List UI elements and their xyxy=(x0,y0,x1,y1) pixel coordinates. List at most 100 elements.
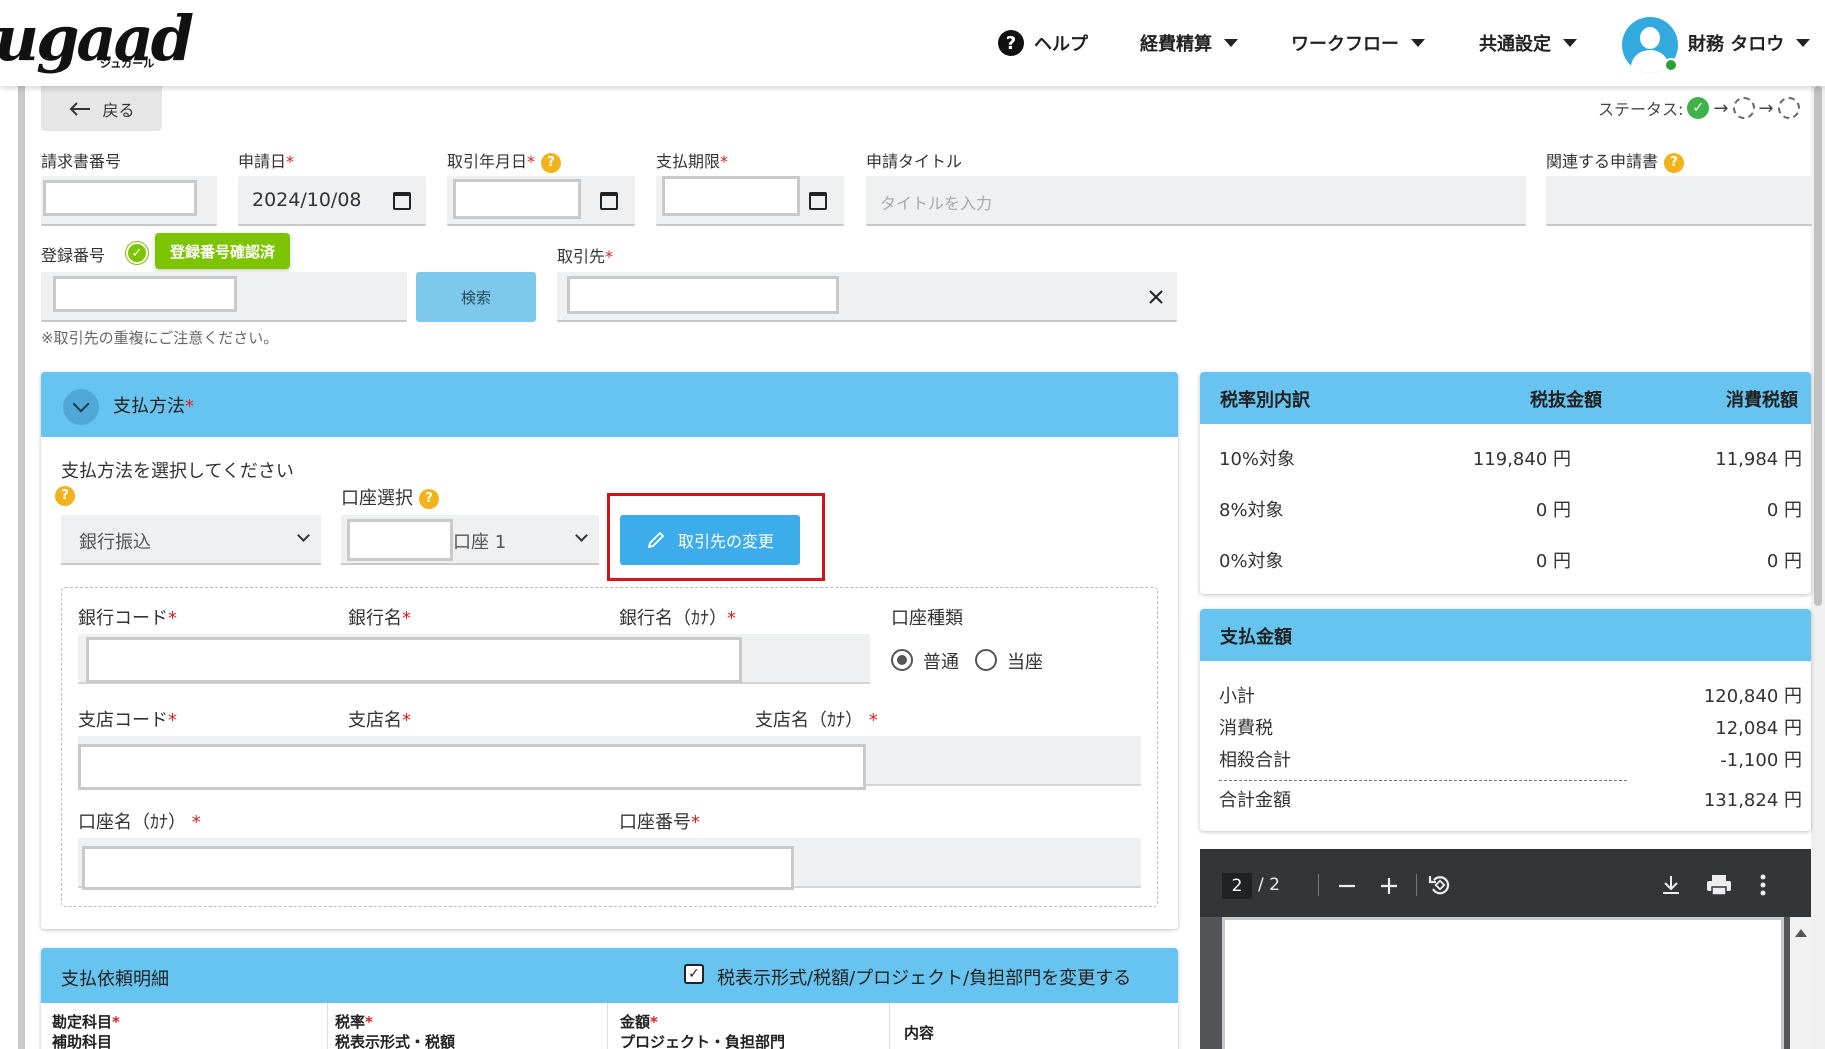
col-amount: 金額* プロジェクト・負担部門 xyxy=(620,1013,786,1049)
invoice-no-label: 請求書番号 xyxy=(41,152,122,171)
payment-method-header[interactable]: 支払方法* xyxy=(41,372,1178,437)
title-field[interactable]: タイトルを入力 xyxy=(866,176,1526,226)
help-icon[interactable]: ? xyxy=(541,152,562,173)
payment-amount-title: 支払金額 xyxy=(1220,627,1292,648)
chevron-down-icon xyxy=(1796,39,1811,47)
chevron-down-icon xyxy=(297,529,310,542)
download-icon[interactable] xyxy=(1660,874,1682,896)
calendar-icon[interactable] xyxy=(393,192,411,210)
bank-kana-label: 銀行名（ｶﾅ）* xyxy=(619,608,736,629)
tax-col-tax: 消費税額 xyxy=(1726,390,1798,411)
arrow-right-icon: → xyxy=(1713,97,1729,119)
status-indicator: ステータス: ✓ → → xyxy=(1598,95,1800,121)
method-prompt: 支払方法を選択してください xyxy=(61,461,294,482)
title-placeholder: タイトルを入力 xyxy=(880,194,993,213)
calendar-icon[interactable] xyxy=(600,192,618,210)
nav-settings-label: 共通設定 xyxy=(1479,34,1551,55)
collapse-toggle[interactable] xyxy=(63,389,99,425)
print-icon[interactable] xyxy=(1706,874,1732,896)
branch-code-label: 支店コード* xyxy=(78,710,177,731)
check-icon: ✓ xyxy=(1687,97,1710,119)
nav-expense[interactable]: 経費精算 xyxy=(1140,26,1238,60)
nav-workflow[interactable]: ワークフロー xyxy=(1291,26,1425,60)
account-fields-row xyxy=(78,838,1141,890)
payment-method-select[interactable]: 銀行振込 xyxy=(61,515,321,565)
related-field[interactable] xyxy=(1546,176,1812,226)
help-icon[interactable]: ? xyxy=(55,486,75,506)
calendar-icon[interactable] xyxy=(809,192,827,210)
nav-settings[interactable]: 共通設定 xyxy=(1479,26,1577,60)
payment-details-header: 支払依頼明細 ✓ 税表示形式/税額/プロジェクト/負担部門を変更する xyxy=(41,948,1178,1003)
tax-col-rate: 税率別内訳 xyxy=(1220,390,1310,411)
online-status-dot xyxy=(1664,58,1678,72)
tax-amount: 11,984 円 xyxy=(1715,449,1802,470)
account-select-label: 口座選択? xyxy=(341,484,439,510)
col-tax-rate: 税率* 税表示形式・税額 xyxy=(335,1013,456,1049)
reg-no-field[interactable] xyxy=(41,272,407,322)
payment-amount-header: 支払金額 xyxy=(1200,609,1811,661)
offset-value: -1,100 円 xyxy=(1720,750,1802,771)
divider xyxy=(1416,874,1417,896)
close-icon[interactable] xyxy=(1149,290,1163,304)
payment-details-panel: 支払依頼明細 ✓ 税表示形式/税額/プロジェクト/負担部門を変更する xyxy=(41,948,1178,1049)
pending-step-icon xyxy=(1777,97,1800,119)
rotate-icon[interactable] xyxy=(1427,872,1453,898)
zoom-out-icon[interactable] xyxy=(1337,876,1357,896)
due-date-field[interactable] xyxy=(656,176,844,226)
branch-name-label: 支店名* xyxy=(348,710,411,731)
title-label: 申請タイトル xyxy=(866,152,963,171)
account-type-label: 口座種類 xyxy=(891,608,963,629)
reg-verified-badge: 登録番号確認済 xyxy=(155,233,290,269)
app-logo[interactable]: ugaad xyxy=(0,0,194,78)
payment-method-value: 銀行振込 xyxy=(79,532,151,553)
subtotal-label: 小計 xyxy=(1219,686,1255,707)
help-icon[interactable]: ? xyxy=(1664,152,1685,173)
account-select[interactable]: 口座 1 xyxy=(341,515,599,565)
due-date-label: 支払期限* xyxy=(656,152,729,171)
subtotal-value: 120,840 円 xyxy=(1703,686,1802,707)
offset-label: 相殺合計 xyxy=(1219,750,1291,771)
user-name: 財務 タロウ xyxy=(1688,34,1785,55)
pdf-scrollbar[interactable] xyxy=(1790,917,1811,1049)
branch-input[interactable] xyxy=(78,744,866,790)
scroll-up-icon[interactable] xyxy=(1795,929,1807,937)
scrollbar-thumb[interactable] xyxy=(1814,86,1822,606)
holder-kana-input[interactable] xyxy=(82,846,794,890)
account-select-value: 口座 1 xyxy=(453,532,507,553)
tax-net: 119,840 円 xyxy=(1472,449,1571,470)
toggle-checkbox[interactable]: ✓ xyxy=(684,964,704,984)
toggle-label: 税表示形式/税額/プロジェクト/負担部門を変更する xyxy=(717,968,1132,989)
top-bar: ugaad ジュガール ? ヘルプ 経費精算 ワークフロー 共通設定 財務 タロ… xyxy=(0,0,1825,86)
pdf-page-input[interactable]: 2 xyxy=(1222,873,1252,899)
pdf-page-total: / 2 xyxy=(1258,875,1280,895)
tax-breakdown-panel: 税率別内訳 税抜金額 消費税額 xyxy=(1200,372,1811,594)
page-scrollbar[interactable] xyxy=(1811,86,1825,1049)
user-menu[interactable]: 財務 タロウ xyxy=(1688,26,1811,60)
radio-normal[interactable] xyxy=(891,649,913,671)
help-label: ヘルプ xyxy=(1034,34,1088,55)
search-button[interactable]: 検索 xyxy=(416,272,536,322)
payment-details-title: 支払依頼明細 xyxy=(61,969,169,990)
tax-rate: 0%対象 xyxy=(1219,551,1284,572)
back-label: 戻る xyxy=(102,100,135,120)
zoom-in-icon[interactable] xyxy=(1379,876,1399,896)
radio-current[interactable] xyxy=(975,649,997,671)
bank-fields-row xyxy=(78,634,870,684)
back-button[interactable]: 戻る xyxy=(41,86,162,131)
help-menu[interactable]: ? ヘルプ xyxy=(998,26,1088,60)
divider xyxy=(1219,780,1627,781)
arrow-right-icon: → xyxy=(1758,97,1774,119)
chevron-down-icon xyxy=(1563,39,1577,47)
help-icon[interactable]: ? xyxy=(419,489,439,509)
invoice-no-field[interactable] xyxy=(41,176,217,226)
tax-col-net: 税抜金額 xyxy=(1530,390,1602,411)
tax-net: 0 円 xyxy=(1535,500,1571,521)
check-icon: ✓ xyxy=(126,242,148,264)
partner-field[interactable] xyxy=(557,272,1177,322)
bank-name-input[interactable] xyxy=(86,637,742,683)
apply-date-field[interactable]: 2024/10/08 xyxy=(238,176,426,226)
chevron-down-icon xyxy=(1224,39,1238,47)
branch-kana-label: 支店名（ｶﾅ） * xyxy=(755,710,878,731)
trade-date-field[interactable] xyxy=(447,176,635,226)
more-options-icon[interactable] xyxy=(1759,873,1767,897)
